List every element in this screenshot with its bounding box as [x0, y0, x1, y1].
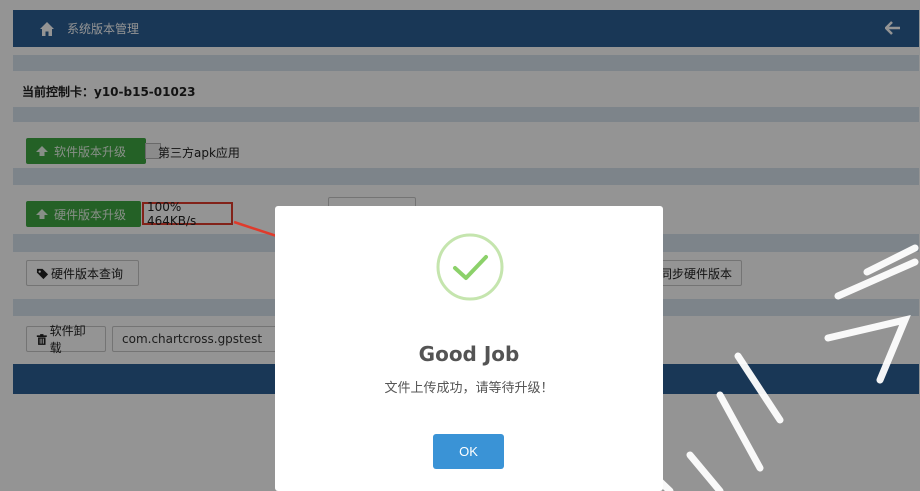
dialog-message: 文件上传成功，请等待升级！	[384, 381, 554, 396]
dialog-title: Good Job	[418, 342, 520, 366]
success-check-icon	[436, 233, 504, 301]
success-dialog: Good Job 文件上传成功，请等待升级！ OK	[275, 206, 663, 491]
ok-button[interactable]: OK	[433, 434, 504, 469]
